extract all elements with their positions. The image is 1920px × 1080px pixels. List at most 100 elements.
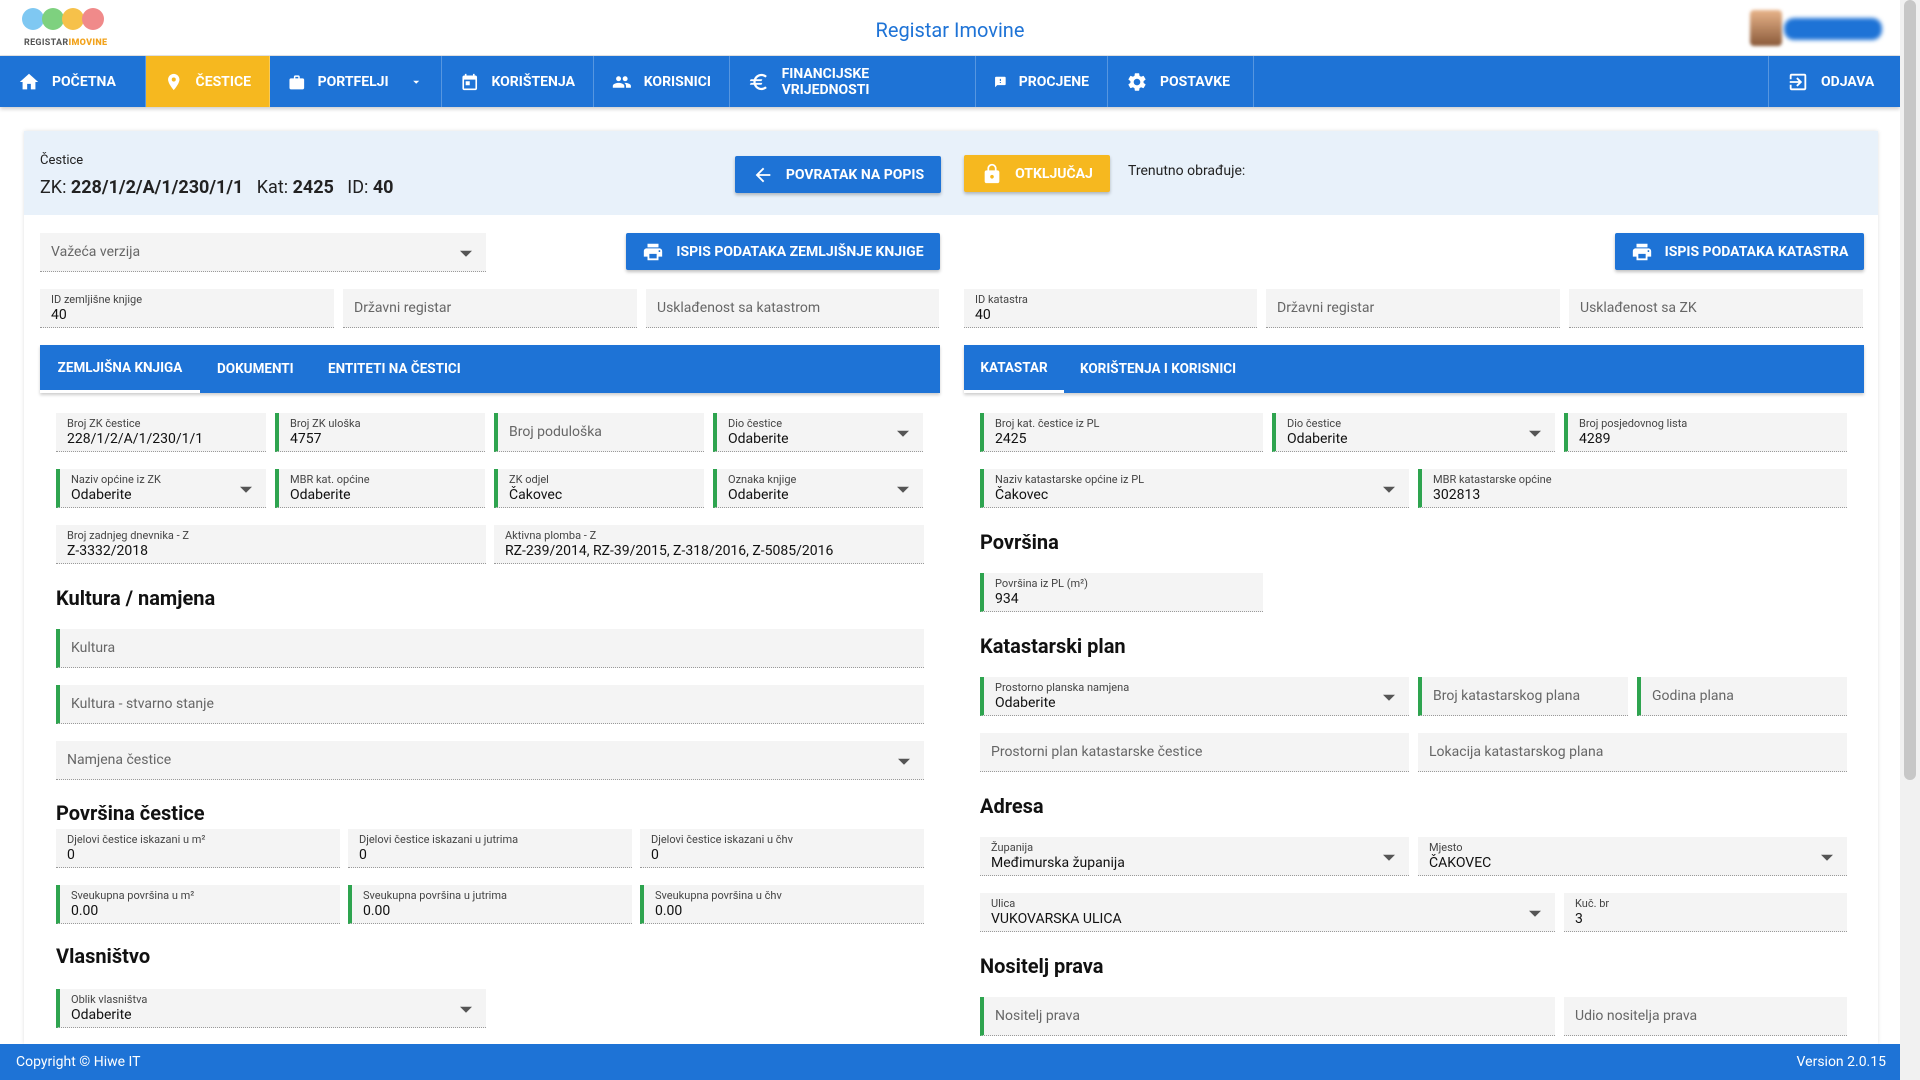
sveukupna-jutra-field[interactable]: Sveukupna površina u jutrima 0.00 <box>348 885 632 924</box>
udio-nositelja-field[interactable]: Udio nositelja prava <box>1564 997 1847 1036</box>
mbr-kat-opcine-field[interactable]: MBR katastarske općine 302813 <box>1418 469 1847 508</box>
nav-item-koristenja[interactable]: KORIŠTENJA <box>442 56 594 107</box>
kucni-broj-field[interactable]: Kuč. br 3 <box>1564 893 1847 932</box>
unlock-button[interactable]: OTKLJUČAJ <box>964 155 1110 192</box>
nav-label: PROCJENE <box>1018 73 1089 90</box>
version-select[interactable]: Važeća verzija <box>40 233 486 272</box>
main-nav: POČETNA ČESTICE PORTFELJI KORIŠTENJA KOR… <box>0 56 1900 107</box>
field-label: ID katastra <box>975 293 1028 306</box>
field-label: Ulica <box>991 897 1016 910</box>
godina-plana-field[interactable]: Godina plana <box>1637 677 1847 716</box>
djelovi-m2-field[interactable]: Djelovi čestice iskazani u m² 0 <box>56 829 340 868</box>
dio-cestice-kat-select[interactable]: Dio čestice Odaberite <box>1272 413 1555 452</box>
tab-koristenja-i-korisnici[interactable]: KORIŠTENJA I KORISNICI <box>1080 345 1236 393</box>
naziv-opcine-zk-select[interactable]: Naziv općine iz ZK Odaberite <box>56 469 266 508</box>
broj-katastarskog-plana-field[interactable]: Broj katastarskog plana <box>1418 677 1628 716</box>
tab-zemljisna-knjiga[interactable]: ZEMLJIŠNA KNJIGA <box>40 345 200 393</box>
namjena-cestice-select[interactable]: Namjena čestice <box>56 741 924 780</box>
field-placeholder: Usklađenost sa ZK <box>1580 300 1697 316</box>
nav-item-postavke[interactable]: POSTAVKE <box>1108 56 1254 107</box>
field-placeholder: Državni registar <box>1277 300 1375 316</box>
version-select-placeholder: Važeća verzija <box>51 244 141 260</box>
field-value: Odaberite <box>728 487 789 503</box>
oblik-vlasnistva-select[interactable]: Oblik vlasništva Odaberite <box>56 989 486 1028</box>
naziv-kat-opcine-select[interactable]: Naziv katastarske općine iz PL Čakovec <box>980 469 1409 508</box>
print-kat-button[interactable]: ISPIS PODATAKA KATASTRA <box>1615 233 1864 270</box>
field-value: 0 <box>359 847 367 863</box>
tab-katastar[interactable]: KATASTAR <box>964 345 1064 393</box>
broj-poduloska-field[interactable]: Broj poduloška <box>494 413 704 452</box>
nav-item-cestice[interactable]: ČESTICE <box>146 56 270 107</box>
field-placeholder: Kultura <box>71 640 116 656</box>
field-value: Odaberite <box>728 431 789 447</box>
prostorno-planska-namjena-select[interactable]: Prostorno planska namjena Odaberite <box>980 677 1409 716</box>
aktivna-plomba-field[interactable]: Aktivna plomba - Z RZ-239/2014, RZ-39/20… <box>494 525 924 564</box>
drzavni-registar-kat-field[interactable]: Državni registar <box>1266 289 1560 328</box>
footer: Copyright © Hiwe IT Version 2.0.15 <box>0 1044 1900 1080</box>
id-zk-field[interactable]: ID zemljišne knjige 40 <box>40 289 334 328</box>
nav-item-portfelji[interactable]: PORTFELJI <box>270 56 442 107</box>
mjesto-select[interactable]: Mjesto ČAKOVEC <box>1418 837 1847 876</box>
field-value: 0.00 <box>71 903 99 919</box>
field-value: 302813 <box>1433 487 1481 503</box>
field-value: Čakovec <box>995 487 1049 503</box>
app-title: Registar Imovine <box>875 18 1025 42</box>
broj-zk-uloska-field[interactable]: Broj ZK uloška 4757 <box>275 413 485 452</box>
chevron-down-icon <box>898 758 910 765</box>
field-value: 0.00 <box>655 903 683 919</box>
djelovi-chv-field[interactable]: Djelovi čestice iskazani u čhv 0 <box>640 829 924 868</box>
field-placeholder: Usklađenost sa katastrom <box>657 300 821 316</box>
sveukupna-chv-field[interactable]: Sveukupna površina u čhv 0.00 <box>640 885 924 924</box>
field-label: Broj zadnjeg dnevnika - Z <box>67 529 189 542</box>
broj-dnevnika-field[interactable]: Broj zadnjeg dnevnika - Z Z-3332/2018 <box>56 525 486 564</box>
mbr-kat-opcine-zk-field[interactable]: MBR kat. općine Odaberite <box>275 469 485 508</box>
right-tab-bar: KATASTAR KORIŠTENJA I KORISNICI <box>964 345 1864 393</box>
page-scrollbar[interactable] <box>1900 0 1920 1080</box>
uskladenost-katastar-field[interactable]: Usklađenost sa katastrom <box>646 289 939 328</box>
povrsina-pl-field[interactable]: Površina iz PL (m²) 934 <box>980 573 1263 612</box>
tab-dokumenti[interactable]: DOKUMENTI <box>217 345 294 393</box>
back-button-label: POVRATAK NA POPIS <box>785 166 925 183</box>
field-placeholder: Kultura - stvarno stanje <box>71 696 214 712</box>
field-label: Broj ZK uloška <box>290 417 361 430</box>
print-zk-label: ISPIS PODATAKA ZEMLJIŠNJE KNJIGE <box>676 243 924 260</box>
lokacija-plana-field[interactable]: Lokacija katastarskog plana <box>1418 733 1847 772</box>
broj-zk-cestice-field[interactable]: Broj ZK čestice 228/1/2/A/1/230/1/1 <box>56 413 266 452</box>
field-value: 0 <box>651 847 659 863</box>
ulica-select[interactable]: Ulica VUKOVARSKA ULICA <box>980 893 1555 932</box>
user-profile[interactable] <box>1744 10 1892 46</box>
kultura-stvarno-stanje-field[interactable]: Kultura - stvarno stanje <box>56 685 924 724</box>
logout-button[interactable]: ODJAVA <box>1768 56 1900 107</box>
chevron-down-icon <box>1529 910 1541 917</box>
nav-item-financijske-vrijednosti[interactable]: FINANCIJSKE VRIJEDNOSTI <box>730 56 976 107</box>
nav-item-procjene[interactable]: PROCJENE <box>976 56 1108 107</box>
oznaka-knjige-select[interactable]: Oznaka knjige Odaberite <box>713 469 923 508</box>
version: Version 2.0.15 <box>1796 1054 1886 1070</box>
prostorni-plan-field[interactable]: Prostorni plan katastarske čestice <box>980 733 1409 772</box>
drzavni-registar-zk-field[interactable]: Državni registar <box>343 289 637 328</box>
zupanija-select[interactable]: Županija Međimurska županija <box>980 837 1409 876</box>
users-icon <box>612 75 631 88</box>
field-label: Djelovi čestice iskazani u jutrima <box>359 833 519 846</box>
sveukupna-m2-field[interactable]: Sveukupna površina u m² 0.00 <box>56 885 340 924</box>
print-zk-button[interactable]: ISPIS PODATAKA ZEMLJIŠNJE KNJIGE <box>626 233 940 270</box>
id-katastra-field[interactable]: ID katastra 40 <box>964 289 1257 328</box>
logout-icon <box>1789 73 1807 90</box>
broj-kat-cestice-field[interactable]: Broj kat. čestice iz PL 2425 <box>980 413 1263 452</box>
scrollbar-thumb[interactable] <box>1904 0 1916 780</box>
nav-item-pocetna[interactable]: POČETNA <box>0 56 146 107</box>
chevron-down-icon <box>897 486 909 493</box>
nositelj-prava-field[interactable]: Nositelj prava <box>980 997 1555 1036</box>
uskladenost-zk-field[interactable]: Usklađenost sa ZK <box>1569 289 1863 328</box>
kultura-field[interactable]: Kultura <box>56 629 924 668</box>
dio-cestice-zk-select[interactable]: Dio čestice Odaberite <box>713 413 923 452</box>
field-value: RZ-239/2014, RZ-39/2015, Z-318/2016, Z-5… <box>505 543 834 559</box>
zk-odjel-field[interactable]: ZK odjel Čakovec <box>494 469 704 508</box>
nav-item-korisnici[interactable]: KORISNICI <box>594 56 730 107</box>
nav-label: PORTFELJI <box>317 73 389 90</box>
field-placeholder: Prostorni plan katastarske čestice <box>991 744 1203 760</box>
broj-posjedovnog-lista-field[interactable]: Broj posjedovnog lista 4289 <box>1564 413 1847 452</box>
back-to-list-button[interactable]: POVRATAK NA POPIS <box>735 156 941 193</box>
tab-entiteti-na-cestici[interactable]: ENTITETI NA ČESTICI <box>328 345 461 393</box>
djelovi-jutra-field[interactable]: Djelovi čestice iskazani u jutrima 0 <box>348 829 632 868</box>
